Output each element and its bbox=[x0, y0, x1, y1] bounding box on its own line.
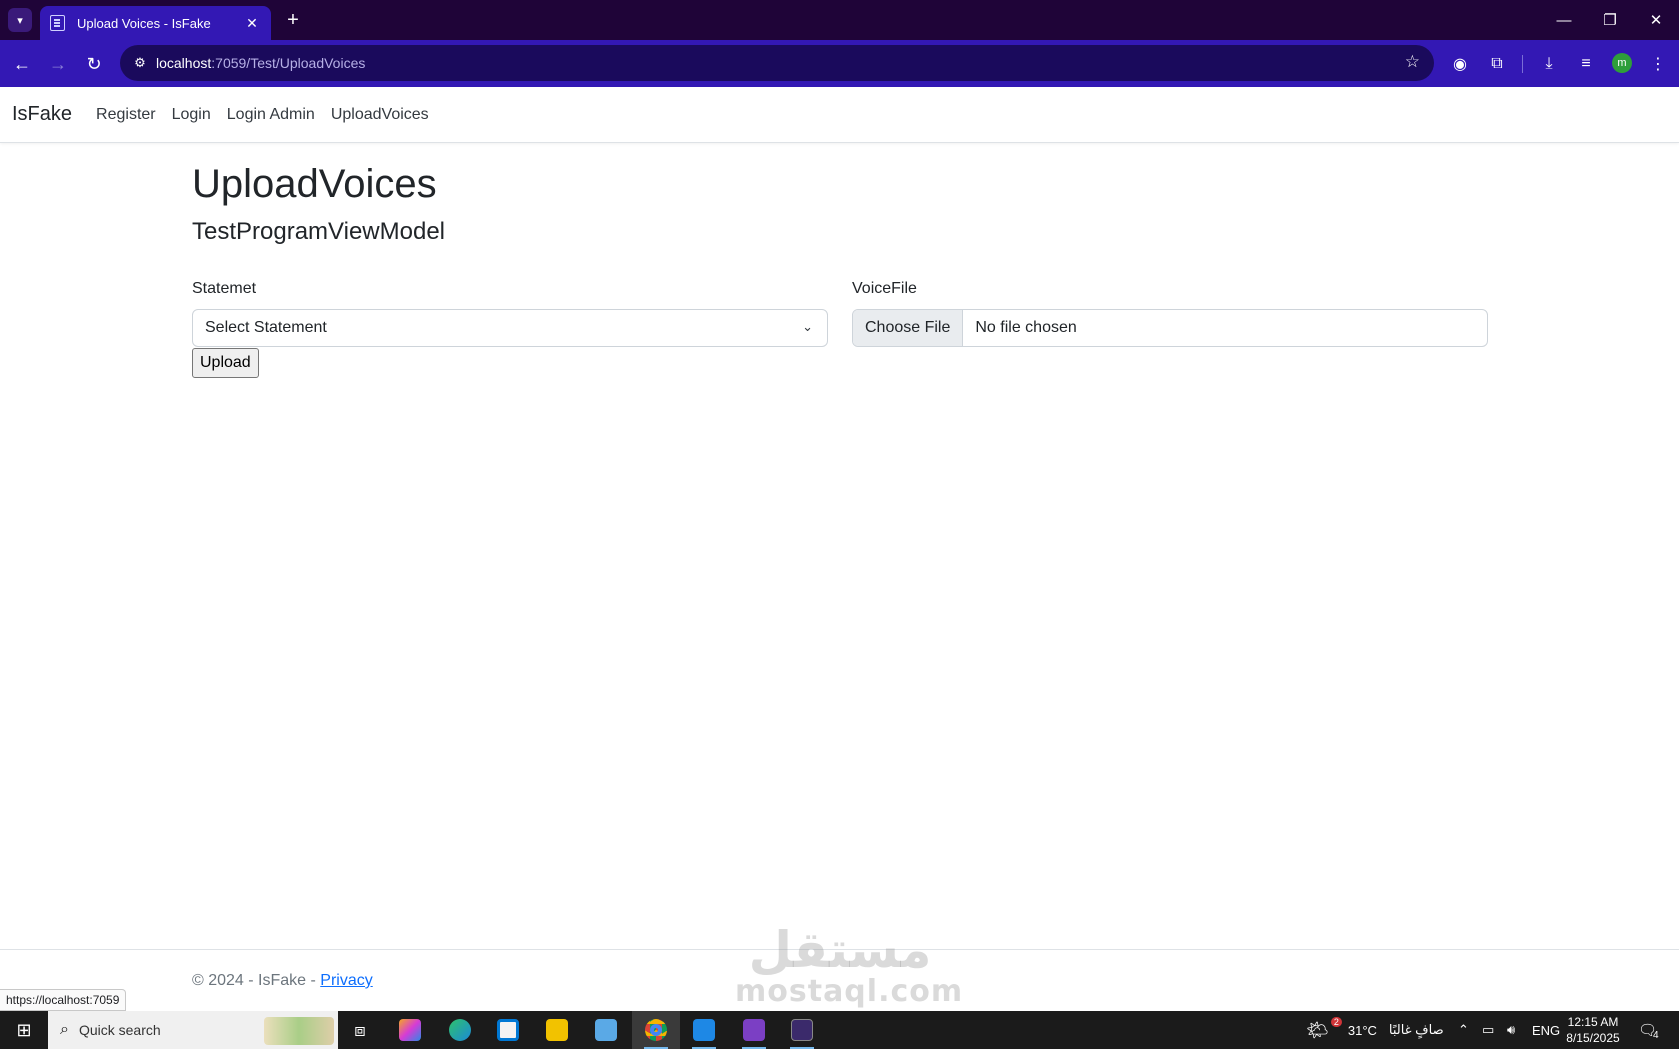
tab-close-icon[interactable]: ✕ bbox=[243, 15, 261, 32]
status-bar-url: https://localhost:7059 bbox=[0, 989, 127, 1011]
input-language[interactable]: ENG bbox=[1532, 1011, 1560, 1049]
clock-date: 8/15/2025 bbox=[1566, 1031, 1620, 1045]
new-tab-button[interactable]: + bbox=[281, 8, 305, 32]
vscode-icon[interactable] bbox=[680, 1011, 728, 1049]
browser-tab-active[interactable]: Upload Voices - IsFake ✕ bbox=[40, 6, 271, 40]
nav-link-register[interactable]: Register bbox=[96, 106, 156, 124]
search-icon: ⌕ bbox=[60, 1021, 69, 1038]
footer-text: © 2024 - IsFake - Privacy bbox=[192, 972, 373, 990]
privacy-link[interactable]: Privacy bbox=[320, 972, 372, 989]
navbar-brand[interactable]: IsFake bbox=[12, 103, 72, 126]
visual-studio-icon[interactable] bbox=[730, 1011, 778, 1049]
restore-icon[interactable]: ❐ bbox=[1587, 6, 1633, 34]
minimize-icon[interactable]: — bbox=[1541, 6, 1587, 34]
extensions-puzzle-icon[interactable]: ⧉ bbox=[1485, 52, 1509, 76]
nav-link-uploadvoices[interactable]: UploadVoices bbox=[331, 106, 429, 124]
site-info-icon[interactable]: ⚙ bbox=[128, 51, 152, 75]
tray-chevron-up-icon[interactable]: ⌃ bbox=[1458, 1011, 1469, 1049]
browser-toolbar: ← → ↻ ⚙ localhost:7059/Test/UploadVoices… bbox=[0, 40, 1679, 87]
edge-icon[interactable] bbox=[436, 1011, 484, 1049]
tab-search-button[interactable]: ▾ bbox=[8, 8, 32, 32]
taskbar-search-placeholder: Quick search bbox=[78, 1022, 161, 1038]
volume-icon[interactable]: 🔊︎ bbox=[1507, 1011, 1515, 1049]
windows-start-icon[interactable]: ⊞ bbox=[0, 1011, 48, 1049]
statement-label: Statemet bbox=[192, 279, 257, 297]
watermark-logo: مستقل mostaql.com bbox=[735, 921, 964, 1009]
url-path: :7059/Test/UploadVoices bbox=[211, 55, 366, 71]
footer-copyright: © 2024 - IsFake - bbox=[192, 972, 321, 989]
voicefile-group: VoiceFile Choose File No file chosen bbox=[852, 280, 1488, 347]
statement-group: Statemet Select Statement ⌄ bbox=[192, 280, 828, 347]
main-content: UploadVoices TestProgramViewModel Statem… bbox=[192, 143, 1488, 380]
weather-temperature: 31°C bbox=[1347, 1022, 1377, 1038]
chevron-down-icon: ⌄ bbox=[802, 318, 813, 334]
choose-file-button[interactable]: Choose File bbox=[853, 309, 964, 346]
close-window-icon[interactable]: ✕ bbox=[1633, 6, 1679, 34]
profile-avatar[interactable]: m bbox=[1612, 53, 1632, 73]
voicefile-input[interactable]: Choose File No file chosen bbox=[852, 308, 1488, 347]
bookmark-star-icon[interactable]: ☆ bbox=[1405, 52, 1420, 72]
weather-badge: 2 bbox=[1330, 1017, 1342, 1027]
upload-button[interactable]: Upload bbox=[192, 347, 259, 378]
media-controls-icon[interactable]: ≡ bbox=[1574, 52, 1598, 76]
notification-center-icon[interactable]: 🗨︎ 4 bbox=[1638, 1011, 1659, 1049]
terminal-icon[interactable] bbox=[778, 1011, 826, 1049]
nav-link-login-admin[interactable]: Login Admin bbox=[227, 106, 315, 124]
upload-form: Statemet Select Statement ⌄ VoiceFile Ch… bbox=[192, 280, 1488, 380]
nav-link-login[interactable]: Login bbox=[172, 106, 211, 124]
tab-title: Upload Voices - IsFake bbox=[77, 15, 211, 31]
remote-desktop-icon[interactable] bbox=[582, 1011, 630, 1049]
taskbar-clock[interactable]: 12:15 AM 8/15/2025 bbox=[1563, 1014, 1623, 1046]
store-icon[interactable] bbox=[484, 1011, 532, 1049]
page-title: UploadVoices bbox=[192, 162, 437, 206]
windows-taskbar: ⊞ ⌕ Quick search ⧈ 🌤 2 31°C صافٍ غالبًا … bbox=[0, 1011, 1679, 1049]
address-bar[interactable]: ⚙ localhost:7059/Test/UploadVoices ☆ bbox=[120, 45, 1434, 81]
page-favicon-icon bbox=[50, 15, 65, 31]
notification-count: 4 bbox=[1653, 1029, 1659, 1041]
page-subtitle: TestProgramViewModel bbox=[192, 218, 445, 245]
copilot-icon[interactable] bbox=[386, 1011, 434, 1049]
statement-selected-value: Select Statement bbox=[205, 318, 327, 336]
watermark-latin: mostaql.com bbox=[735, 974, 964, 1009]
file-explorer-icon[interactable] bbox=[533, 1011, 581, 1049]
file-status-text: No file chosen bbox=[975, 318, 1077, 336]
weather-icon: 🌤 bbox=[1306, 1019, 1329, 1040]
voicefile-label: VoiceFile bbox=[852, 279, 917, 297]
url-host: localhost bbox=[156, 55, 212, 71]
statement-select[interactable]: Select Statement ⌄ bbox=[192, 308, 828, 347]
network-icon[interactable]: ▭ bbox=[1482, 1011, 1494, 1049]
reload-icon[interactable]: ↻ bbox=[80, 50, 108, 78]
forward-arrow-icon[interactable]: → bbox=[44, 50, 72, 78]
extension-icon[interactable]: ◉ bbox=[1448, 52, 1472, 76]
back-arrow-icon[interactable]: ← bbox=[8, 50, 36, 78]
search-highlight-art bbox=[264, 1017, 334, 1045]
clock-time: 12:15 AM bbox=[1567, 1015, 1619, 1029]
browser-menu-icon[interactable]: ⋮ bbox=[1646, 52, 1670, 76]
downloads-icon[interactable]: ⤓ bbox=[1537, 52, 1561, 76]
site-navbar: IsFake Register Login Login Admin Upload… bbox=[0, 87, 1679, 143]
weather-description: صافٍ غالبًا bbox=[1388, 1022, 1444, 1037]
weather-widget[interactable]: 🌤 2 31°C صافٍ غالبًا bbox=[1306, 1011, 1444, 1049]
taskbar-search[interactable]: ⌕ Quick search bbox=[48, 1011, 338, 1049]
watermark-arabic: مستقل bbox=[748, 921, 932, 979]
browser-tabstrip: ▾ Upload Voices - IsFake ✕ + — ❐ ✕ bbox=[0, 0, 1679, 40]
toolbar-divider bbox=[1522, 55, 1523, 73]
chrome-icon[interactable] bbox=[632, 1011, 680, 1049]
task-view-icon[interactable]: ⧈ bbox=[336, 1011, 384, 1049]
